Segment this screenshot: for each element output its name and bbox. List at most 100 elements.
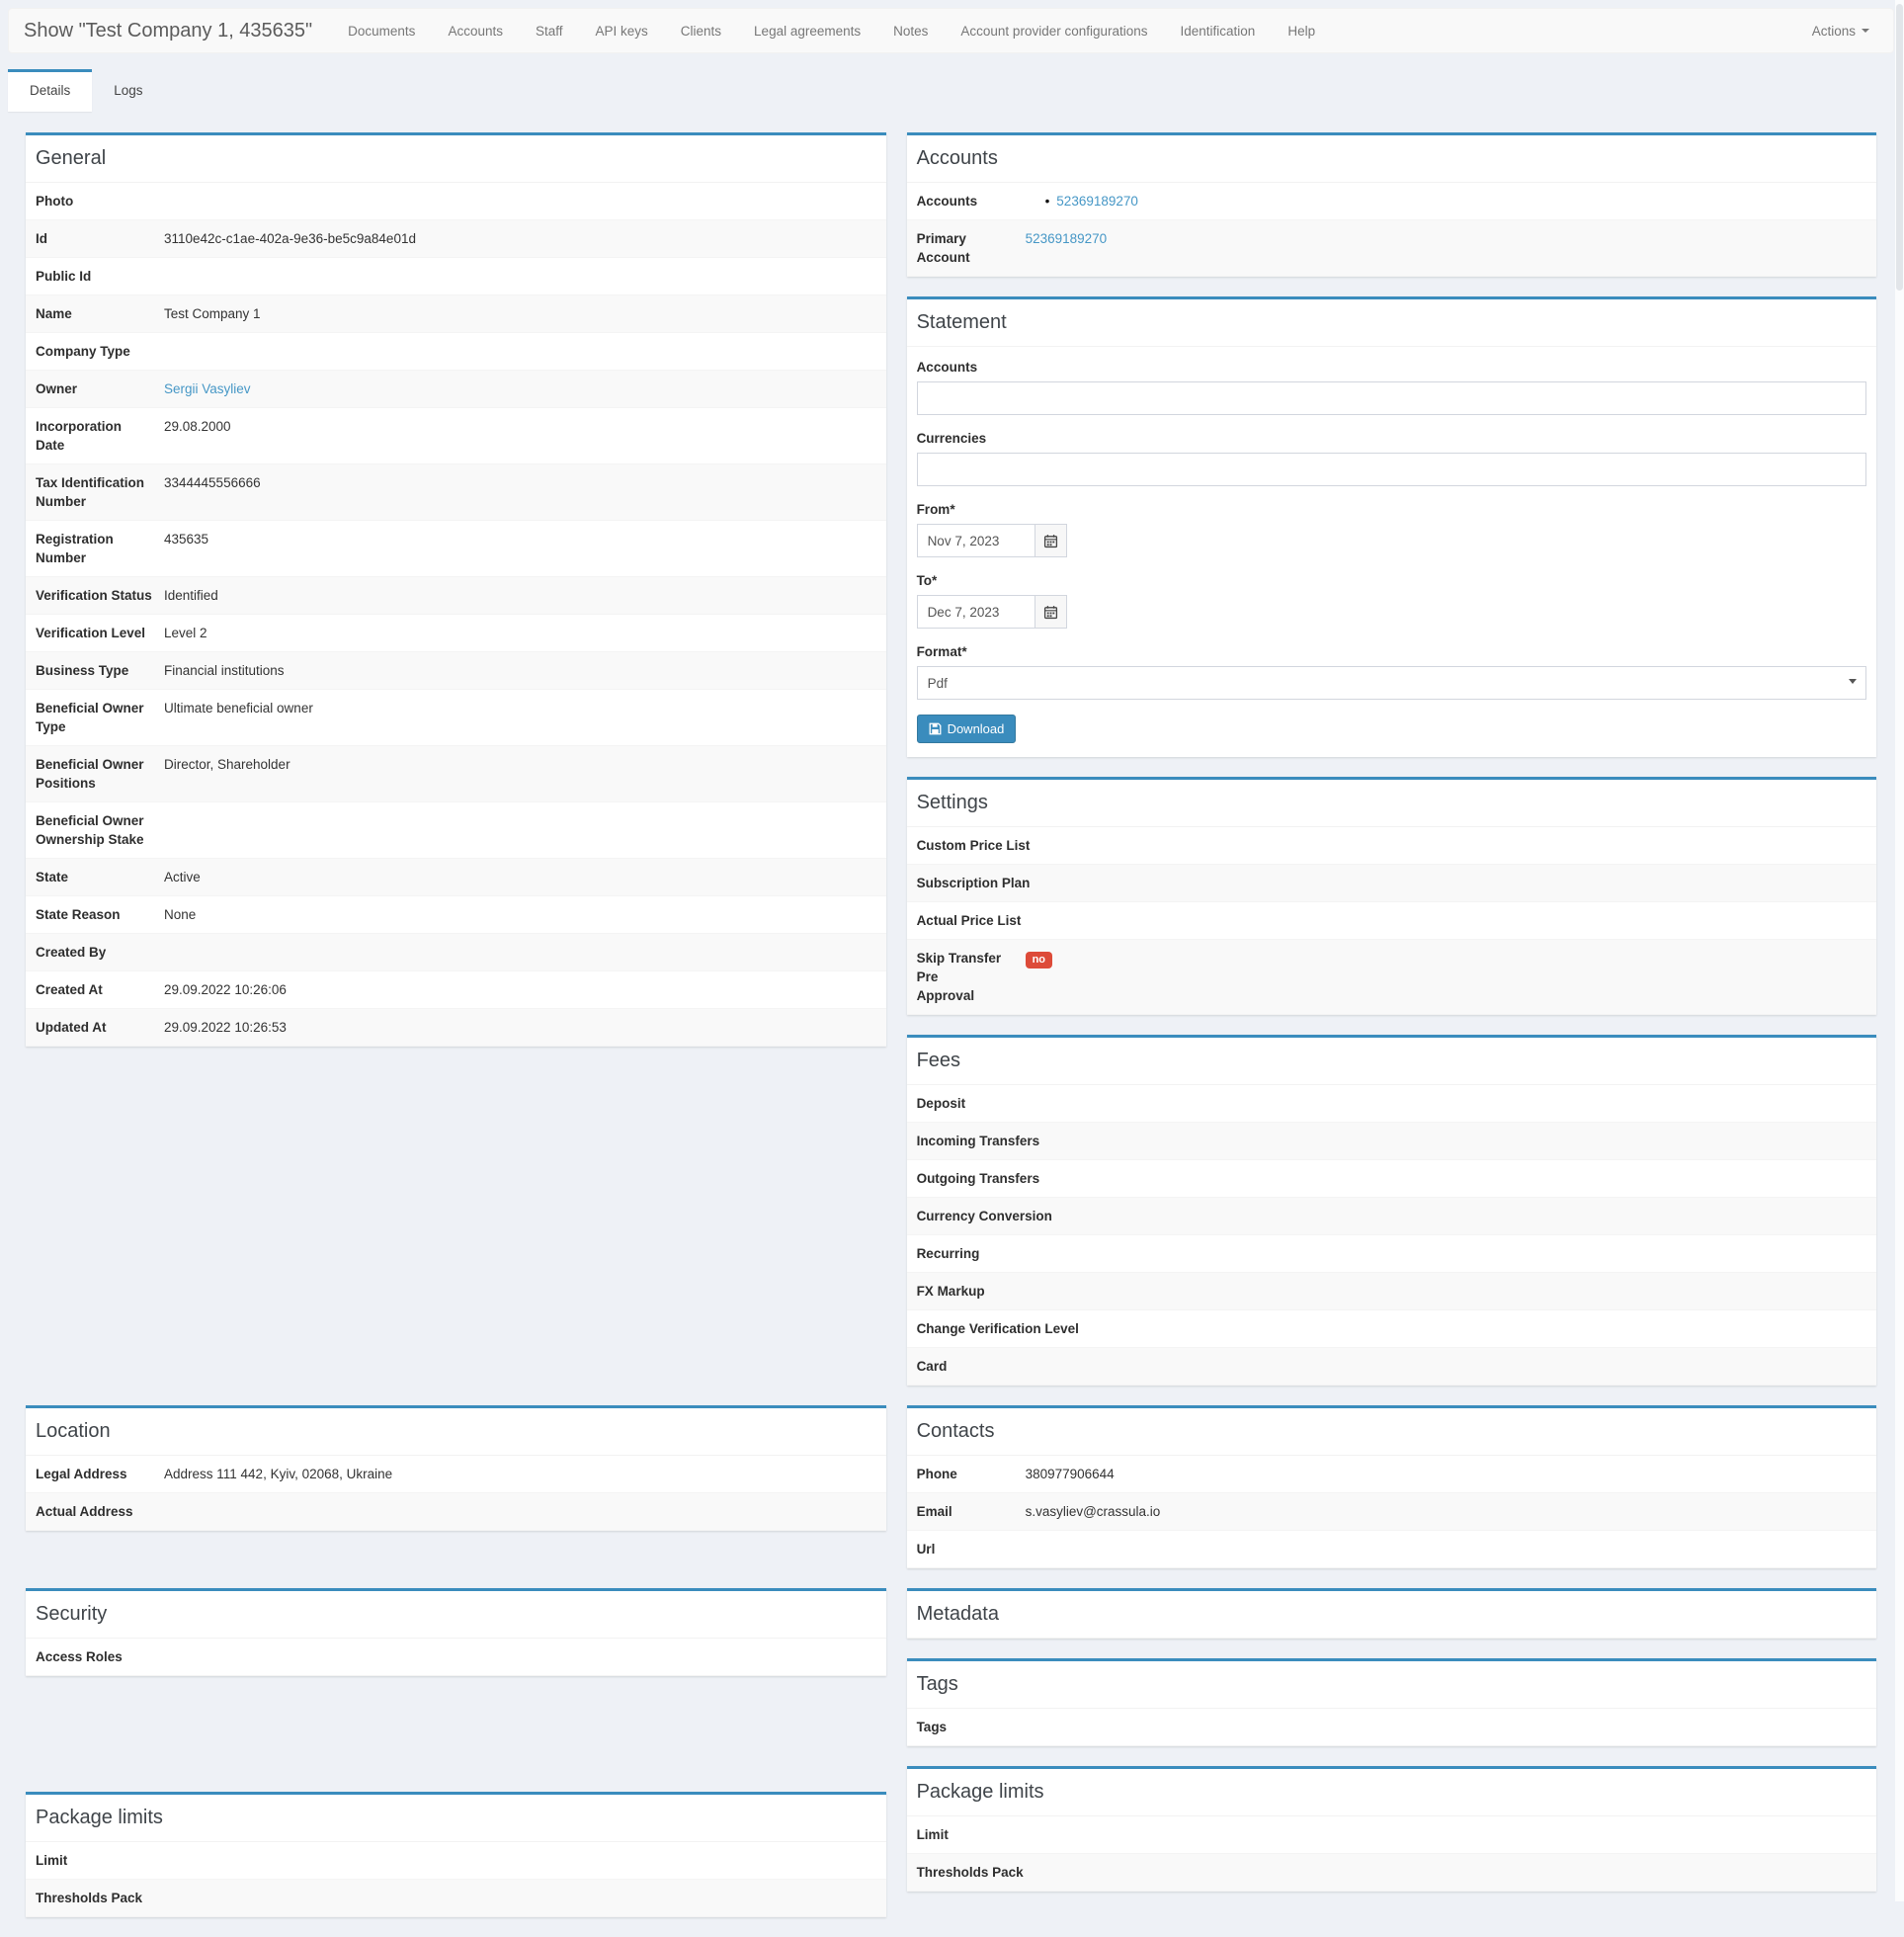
security-panel: Security Access Roles bbox=[26, 1588, 886, 1676]
row-label: Thresholds Pack bbox=[36, 1889, 514, 1907]
accounts-panel-title: Accounts bbox=[907, 135, 1876, 183]
fees-panel-title: Fees bbox=[907, 1038, 1876, 1085]
table-row: Registration Number435635 bbox=[26, 521, 886, 577]
actions-dropdown[interactable]: Actions bbox=[1812, 24, 1869, 39]
row-label: Created By bbox=[36, 943, 495, 962]
to-calendar-addon[interactable] bbox=[1035, 595, 1067, 629]
row-label: Actual Address bbox=[36, 1502, 509, 1521]
statement-format-label: Format* bbox=[917, 643, 1866, 661]
statement-currencies-input[interactable] bbox=[917, 453, 1866, 486]
page-title: Show "Test Company 1, 435635" bbox=[24, 20, 312, 42]
table-row: NameTest Company 1 bbox=[26, 295, 886, 333]
row-link[interactable]: Sergii Vasyliev bbox=[164, 381, 251, 396]
row-label: Accounts bbox=[917, 192, 1026, 211]
statement-from-label: From* bbox=[917, 501, 1866, 519]
table-row: Thresholds Pack bbox=[26, 1880, 886, 1917]
row-label: Actual Price List bbox=[917, 911, 1449, 930]
row-value: Ultimate beneficial owner bbox=[164, 699, 876, 717]
statement-to-input[interactable] bbox=[917, 595, 1035, 629]
table-row: Tags bbox=[907, 1709, 1876, 1746]
fees-panel: Fees DepositIncoming TransfersOutgoing T… bbox=[907, 1035, 1876, 1386]
statement-currencies-label: Currencies bbox=[917, 430, 1866, 448]
statement-format-select[interactable]: Pdf bbox=[917, 666, 1866, 700]
row-value: no bbox=[1026, 949, 1866, 968]
row-label: Deposit bbox=[917, 1094, 1420, 1113]
row-value: Level 2 bbox=[164, 624, 876, 642]
status-badge: no bbox=[1026, 952, 1052, 968]
scrollbar-thumb[interactable] bbox=[1896, 4, 1903, 291]
tab-logs[interactable]: Logs bbox=[92, 69, 164, 112]
security-panel-title: Security bbox=[26, 1591, 886, 1639]
row-label: State Reason bbox=[36, 905, 164, 924]
row-label: Verification Level bbox=[36, 624, 164, 642]
nav-item[interactable]: Staff bbox=[536, 24, 563, 39]
general-panel: General PhotoId3110e42c-c1ae-402a-9e36-b… bbox=[26, 132, 886, 1047]
row-label: Photo bbox=[36, 192, 479, 211]
table-row: Card bbox=[907, 1348, 1876, 1386]
statement-accounts-label: Accounts bbox=[917, 359, 1866, 377]
row-label: Public Id bbox=[36, 267, 488, 286]
table-row: Verification StatusIdentified bbox=[26, 577, 886, 615]
package-limits-panel-left: Package limits LimitThresholds Pack bbox=[26, 1792, 886, 1917]
row-value: 380977906644 bbox=[1026, 1465, 1866, 1483]
package-limits-panel-right: Package limits LimitThresholds Pack bbox=[907, 1766, 1876, 1892]
table-row: Skip Transfer Pre Approvalno bbox=[907, 940, 1876, 1015]
save-icon bbox=[929, 722, 942, 735]
from-calendar-addon[interactable] bbox=[1035, 524, 1067, 557]
table-row: StateActive bbox=[26, 859, 886, 896]
row-label: Subscription Plan bbox=[917, 874, 1452, 892]
nav-item[interactable]: Legal agreements bbox=[754, 24, 861, 39]
nav-item[interactable]: API keys bbox=[596, 24, 648, 39]
row-label: Url bbox=[917, 1540, 1405, 1558]
tab-details[interactable]: Details bbox=[8, 69, 92, 112]
table-row: Beneficial Owner PositionsDirector, Shar… bbox=[26, 746, 886, 802]
row-value: Sergii Vasyliev bbox=[164, 379, 876, 398]
scrollbar[interactable] bbox=[1895, 0, 1904, 1901]
topnav: Documents Accounts Staff API keys Clients Leg… bbox=[348, 24, 1348, 39]
row-value: Test Company 1 bbox=[164, 304, 876, 323]
statement-accounts-input[interactable] bbox=[917, 381, 1866, 415]
row-label: State bbox=[36, 868, 164, 886]
row-label: Skip Transfer Pre Approval bbox=[917, 949, 1026, 1005]
nav-item[interactable]: Accounts bbox=[448, 24, 503, 39]
table-row: Actual Address bbox=[26, 1493, 886, 1531]
row-label: Change Verification Level bbox=[917, 1319, 1477, 1338]
download-label: Download bbox=[948, 721, 1005, 736]
row-label: Thresholds Pack bbox=[917, 1863, 1449, 1882]
statement-panel-title: Statement bbox=[907, 299, 1876, 347]
format-selected-value: Pdf bbox=[928, 676, 948, 691]
chevron-down-icon bbox=[1849, 679, 1857, 684]
table-row: Beneficial Owner TypeUltimate beneficial… bbox=[26, 690, 886, 746]
row-label: Name bbox=[36, 304, 164, 323]
row-link[interactable]: 52369189270 bbox=[1026, 231, 1108, 246]
nav-item[interactable]: Account provider configurations bbox=[960, 24, 1147, 39]
nav-item[interactable]: Documents bbox=[348, 24, 415, 39]
download-button[interactable]: Download bbox=[917, 715, 1017, 743]
row-label: Outgoing Transfers bbox=[917, 1169, 1457, 1188]
metadata-panel-title: Metadata bbox=[907, 1591, 1876, 1639]
table-row: Url bbox=[907, 1531, 1876, 1568]
table-row: Outgoing Transfers bbox=[907, 1160, 1876, 1198]
row-label: Access Roles bbox=[36, 1647, 503, 1666]
nav-item[interactable]: Clients bbox=[681, 24, 721, 39]
row-label: Limit bbox=[917, 1825, 1412, 1844]
table-row: Accounts•52369189270 bbox=[907, 183, 1876, 220]
row-label: Currency Conversion bbox=[917, 1207, 1463, 1225]
row-link[interactable]: 52369189270 bbox=[1056, 194, 1138, 209]
nav-item[interactable]: Identification bbox=[1181, 24, 1256, 39]
table-row: Business TypeFinancial institutions bbox=[26, 652, 886, 690]
settings-panel: Settings Custom Price ListSubscription P… bbox=[907, 777, 1876, 1015]
nav-item[interactable]: Help bbox=[1287, 24, 1315, 39]
table-row: Created At29.09.2022 10:26:06 bbox=[26, 971, 886, 1009]
statement-from-input[interactable] bbox=[917, 524, 1035, 557]
row-value: 29.09.2022 10:26:53 bbox=[164, 1018, 876, 1037]
row-label: Created At bbox=[36, 980, 164, 999]
table-row: Incorporation Date29.08.2000 bbox=[26, 408, 886, 464]
row-value: 29.08.2000 bbox=[164, 417, 876, 436]
nav-item[interactable]: Notes bbox=[893, 24, 928, 39]
actions-label: Actions bbox=[1812, 24, 1856, 39]
row-value: s.vasyliev@crassula.io bbox=[1026, 1502, 1866, 1521]
statement-panel: Statement Accounts Currencies From* bbox=[907, 296, 1876, 757]
row-label: Id bbox=[36, 229, 164, 248]
table-row: Access Roles bbox=[26, 1639, 886, 1676]
